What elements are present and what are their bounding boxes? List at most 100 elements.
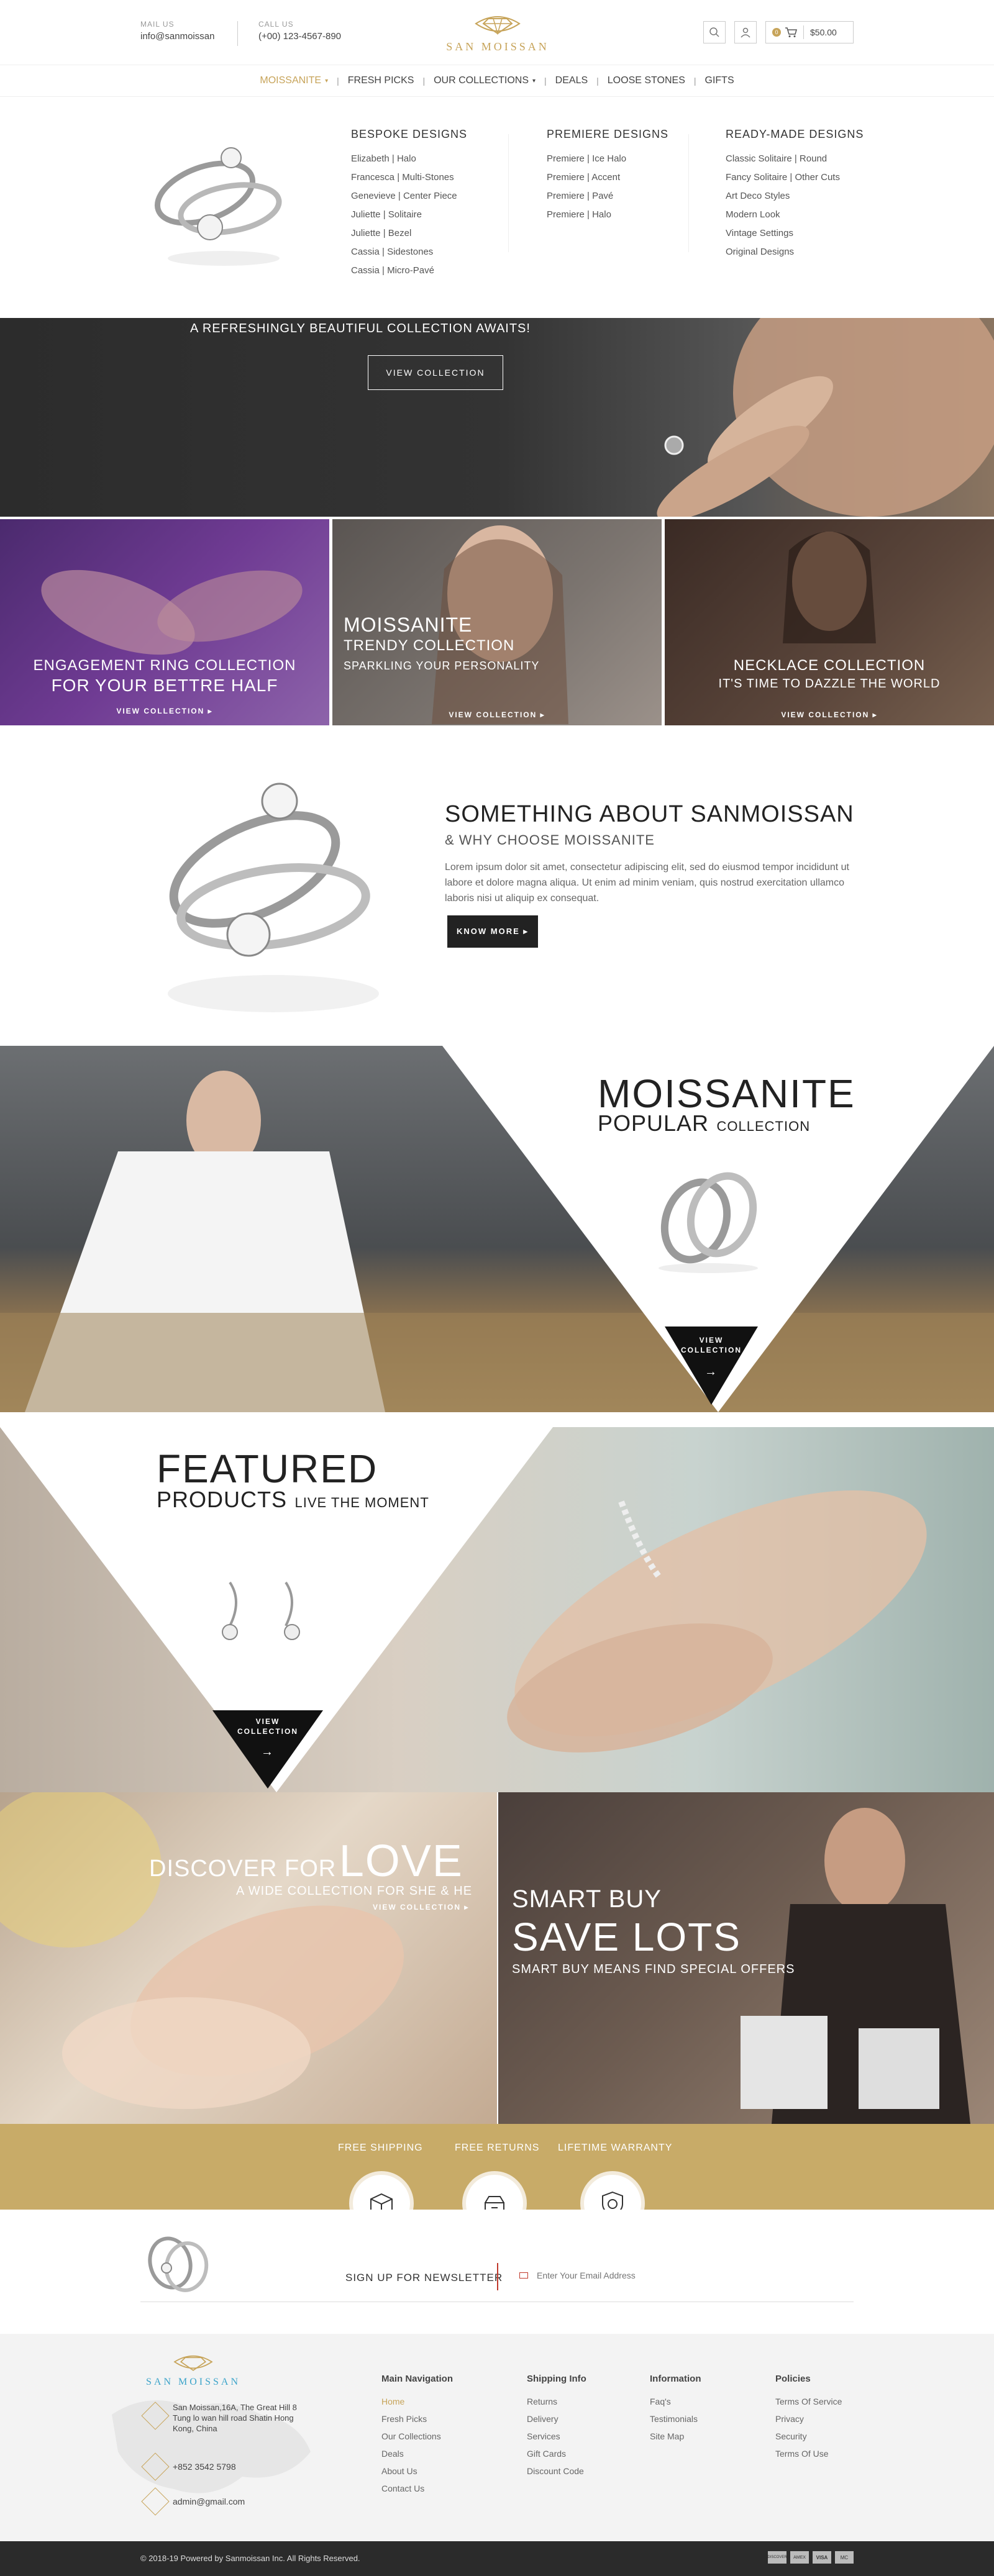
footer-column-main-navigation: Main Navigation Home Fresh Picks Our Col…: [381, 2374, 453, 2497]
mega-link[interactable]: Juliette | Bezel: [351, 224, 513, 243]
tile-subtitle: FOR YOUR BETTRE HALF: [51, 676, 278, 695]
logo[interactable]: SAN MOISSAN: [445, 11, 550, 53]
footer-link[interactable]: Fresh Picks: [381, 2410, 453, 2428]
view-collection-link[interactable]: VIEW COLLECTION ▸: [373, 1903, 469, 1912]
mega-link[interactable]: Cassia | Sidestones: [351, 243, 513, 261]
cart-button[interactable]: 0 $50.00: [765, 21, 854, 43]
view-collection-label: VIEW COLLECTION: [212, 1717, 323, 1736]
phone-icon: [141, 2452, 170, 2481]
footer-link[interactable]: About Us: [381, 2462, 453, 2480]
footer-column-policies: Policies Terms Of Service Privacy Securi…: [775, 2374, 842, 2462]
nav-item-deals[interactable]: DEALS: [547, 75, 596, 86]
tile-subtitle: TRENDY COLLECTION: [344, 637, 515, 654]
nav-item-our-collections[interactable]: OUR COLLECTIONS ▾: [425, 75, 544, 86]
footer-link[interactable]: Services: [527, 2428, 586, 2445]
mega-link[interactable]: Vintage Settings: [726, 224, 887, 243]
model-photo: [657, 318, 994, 517]
footer-link[interactable]: Deals: [381, 2445, 453, 2462]
nav-item-fresh-picks[interactable]: FRESH PICKS: [339, 75, 423, 86]
footer-link[interactable]: Site Map: [650, 2428, 701, 2445]
footer-link[interactable]: Terms Of Use: [775, 2445, 842, 2462]
mega-link[interactable]: Premiere | Accent: [547, 168, 708, 187]
phone-text[interactable]: +852 3542 5798: [173, 2462, 236, 2472]
copyright-text: © 2018-19 Powered by Sanmoissan Inc. All…: [140, 2554, 360, 2563]
call-value[interactable]: (+00) 123-4567-890: [258, 31, 341, 42]
mega-link[interactable]: Francesca | Multi-Stones: [351, 168, 513, 187]
nav-item-loose-stones[interactable]: LOOSE STONES: [599, 75, 694, 86]
footer-email: admin@gmail.com: [141, 2487, 245, 2516]
discover-love-banner[interactable]: DISCOVER FOR LOVE A WIDE COLLECTION FOR …: [0, 1792, 497, 2124]
mega-link[interactable]: Cassia | Micro-Pavé: [351, 261, 513, 280]
search-icon: [709, 27, 719, 37]
account-button[interactable]: [734, 21, 757, 43]
footer-link[interactable]: Discount Code: [527, 2462, 586, 2480]
search-button[interactable]: [703, 21, 726, 43]
earrings-image: [222, 1581, 300, 1640]
footer: SAN MOISSAN San Moissan,16A, The Great H…: [0, 2334, 994, 2541]
mega-link[interactable]: Fancy Solitaire | Other Cuts: [726, 168, 887, 187]
mega-link[interactable]: Original Designs: [726, 243, 887, 261]
footer-link[interactable]: Home: [381, 2393, 453, 2410]
tile-engagement[interactable]: ENGAGEMENT RING COLLECTION FOR YOUR BETT…: [0, 519, 329, 725]
tile-title: MOISSANITE: [344, 614, 473, 636]
footer-column-shipping-info: Shipping Info Returns Delivery Services …: [527, 2374, 586, 2480]
tile-title: NECKLACE COLLECTION: [733, 657, 926, 674]
email-text[interactable]: admin@gmail.com: [173, 2497, 245, 2506]
button-line: VIEW: [699, 1336, 724, 1345]
mail-value[interactable]: info@sanmoissan: [140, 31, 214, 42]
tile-necklace[interactable]: NECKLACE COLLECTION IT'S TIME TO DAZZLE …: [665, 519, 994, 725]
tile-moissanite[interactable]: MOISSANITE TRENDY COLLECTION SPARKLING Y…: [332, 519, 662, 725]
footer-link[interactable]: Gift Cards: [527, 2445, 586, 2462]
footer-link[interactable]: Faq's: [650, 2393, 701, 2410]
hero-tagline: A REFRESHINGLY BEAUTIFUL COLLECTION AWAI…: [190, 322, 531, 335]
button-line: COLLECTION: [681, 1346, 742, 1354]
nav-item-moissanite[interactable]: MOISSANITE ▾: [251, 75, 337, 86]
chevron-down-icon: ▾: [532, 77, 536, 84]
mega-link[interactable]: Premiere | Halo: [547, 206, 708, 224]
footer-link[interactable]: Returns: [527, 2393, 586, 2410]
mega-link[interactable]: Modern Look: [726, 206, 887, 224]
ring-pair-image: [148, 2236, 209, 2292]
love-small: DISCOVER FOR: [149, 1856, 337, 1882]
benefits-bar: FREE SHIPPING FREE RETURNS LIFETIME WARR…: [0, 2124, 994, 2236]
know-more-button[interactable]: KNOW MORE ▸: [447, 915, 538, 948]
footer-link[interactable]: Privacy: [775, 2410, 842, 2428]
mega-link[interactable]: Art Deco Styles: [726, 187, 887, 206]
popular-sub-big: POPULAR: [598, 1110, 709, 1136]
view-collection-link[interactable]: VIEW COLLECTION ▸: [665, 710, 994, 719]
mega-link[interactable]: Genevieve | Center Piece: [351, 187, 513, 206]
mail-icon: [519, 2272, 528, 2279]
main-nav: MOISSANITE ▾ | FRESH PICKS | OUR COLLECTI…: [0, 65, 994, 97]
footer-link[interactable]: Contact Us: [381, 2480, 453, 2497]
email-field[interactable]: [519, 2270, 698, 2280]
mega-link[interactable]: Juliette | Solitaire: [351, 206, 513, 224]
footer-logo[interactable]: SAN MOISSAN: [140, 2351, 246, 2388]
tile-subtitle: IT'S TIME TO DAZZLE THE WORLD: [718, 677, 941, 691]
tile-title: ENGAGEMENT RING COLLECTION: [33, 657, 296, 674]
mega-column-ready-made: READY-MADE DESIGNS Classic Solitaire | R…: [726, 128, 887, 261]
mega-link[interactable]: Premiere | Ice Halo: [547, 150, 708, 168]
hands-photo: [41, 569, 303, 655]
mega-link[interactable]: Elizabeth | Halo: [351, 150, 513, 168]
footer-link[interactable]: Security: [775, 2428, 842, 2445]
nav-item-gifts[interactable]: GIFTS: [696, 75, 743, 86]
column-title: Information: [650, 2374, 701, 2384]
smart-headline: SAVE LOTS: [512, 1915, 741, 1959]
column-title: Policies: [775, 2374, 811, 2384]
location-icon: [141, 2401, 170, 2430]
footer-phone: +852 3542 5798: [141, 2452, 236, 2481]
mega-link[interactable]: Premiere | Pavé: [547, 187, 708, 206]
newsletter-email-input[interactable]: [537, 2270, 698, 2280]
cart-count-badge: 0: [772, 28, 781, 37]
smart-buy-banner[interactable]: SMART BUY SAVE LOTS SMART BUY MEANS FIND…: [498, 1792, 994, 2124]
footer-link[interactable]: Delivery: [527, 2410, 586, 2428]
mega-link[interactable]: Classic Solitaire | Round: [726, 150, 887, 168]
footer-link[interactable]: Testimonials: [650, 2410, 701, 2428]
featured-sub-small: LIVE THE MOMENT: [294, 1495, 429, 1510]
smart-title: SMART BUY: [512, 1885, 662, 1913]
footer-link[interactable]: Our Collections: [381, 2428, 453, 2445]
view-collection-link[interactable]: VIEW COLLECTION ▸: [0, 707, 329, 715]
view-collection-button[interactable]: VIEW COLLECTION: [368, 355, 503, 390]
view-collection-link[interactable]: VIEW COLLECTION ▸: [332, 710, 662, 719]
footer-link[interactable]: Terms Of Service: [775, 2393, 842, 2410]
